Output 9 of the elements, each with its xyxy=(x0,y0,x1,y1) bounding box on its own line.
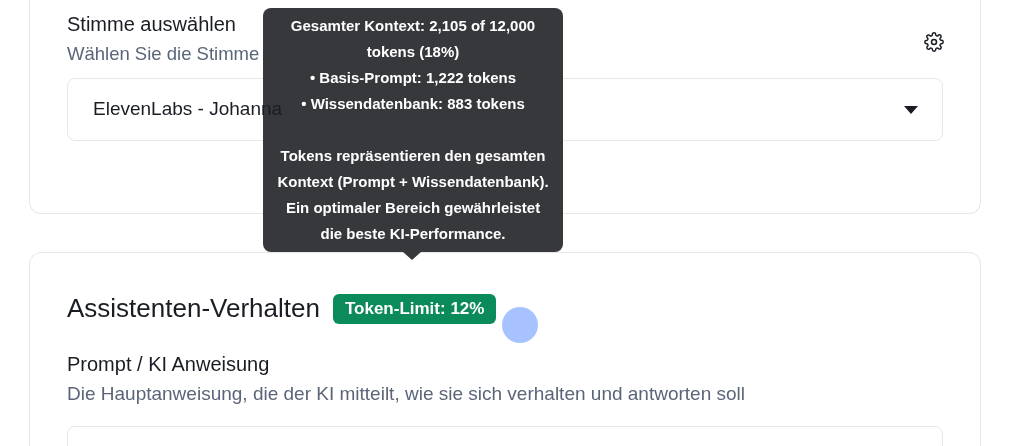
section-title: Stimme auswählen xyxy=(67,12,237,37)
section-title: Assistenten-Verhalten xyxy=(67,292,320,325)
field-description: Die Hauptanweisung, die der KI mitteilt, wie sie sich verhalten und antworten soll xyxy=(67,382,747,406)
field-label: Prompt / KI Anweisung xyxy=(67,352,271,377)
tooltip-line: • Basis-Prompt: 1,222 tokens xyxy=(308,68,518,88)
section-description: Wählen Sie die Stimme xyxy=(67,42,260,66)
token-limit-badge: Token-Limit: 12% xyxy=(332,293,497,324)
tooltip-note: Tokens repräsentieren den gesamten Kontext (Prompt + Wissendatenbank). Ein optimaler Bereich gewährleistet die beste KI-Performance. xyxy=(276,146,550,244)
tooltip-line: Gesamter Kontext: 2,105 of 12,000 tokens (18%) xyxy=(289,16,537,62)
